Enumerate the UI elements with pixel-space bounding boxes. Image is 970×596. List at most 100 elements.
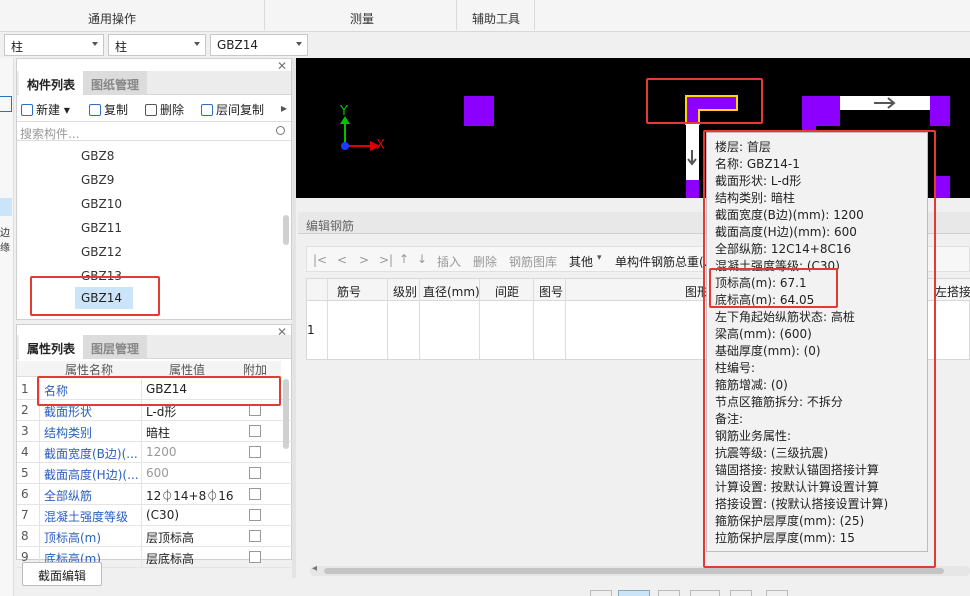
floor-type-select[interactable]: 柱 (4, 34, 104, 56)
ribbon-divider (264, 0, 265, 30)
scrollbar[interactable] (283, 215, 289, 245)
attach-checkbox[interactable] (249, 446, 261, 458)
search-icon[interactable] (276, 126, 285, 135)
col-header: 图号 (539, 285, 564, 299)
list-item[interactable]: GBZ11 (81, 221, 122, 235)
row-number[interactable]: 1 (307, 323, 315, 337)
property-value[interactable]: 层底标高 (141, 547, 237, 568)
new-button[interactable]: 新建 ▾ (21, 101, 70, 118)
status-button[interactable] (658, 590, 680, 596)
select-value: 柱 (11, 40, 24, 54)
delete-rebar-button[interactable]: 删除 (473, 253, 497, 270)
tab-property-list[interactable]: 属性列表 (19, 335, 84, 359)
total-weight-button[interactable]: 单构件钢筋总重(. (615, 253, 708, 270)
move-down-button[interactable]: ↓ (417, 252, 427, 266)
component-type-select[interactable]: 柱 (108, 34, 206, 56)
close-icon[interactable]: ✕ (277, 325, 287, 339)
list-item[interactable]: GBZ10 (81, 197, 122, 211)
column-divider (327, 279, 328, 359)
property-value[interactable]: 1200 (141, 442, 237, 463)
more-tools-icon[interactable]: ▸ (281, 101, 287, 115)
row-number: 8 (21, 529, 29, 543)
table-row[interactable]: 3 结构类别 暗柱 (17, 421, 293, 442)
status-button[interactable] (590, 590, 612, 596)
row-number: 7 (21, 508, 29, 522)
row-number: 2 (21, 403, 29, 417)
tab-component-list[interactable]: 构件列表 (19, 71, 84, 95)
status-button[interactable] (766, 590, 788, 596)
row-number: 5 (21, 466, 29, 480)
next-button[interactable]: > (359, 253, 369, 267)
list-item[interactable]: GBZ8 (81, 149, 114, 163)
property-value[interactable]: 600 (141, 463, 237, 484)
list-item[interactable]: GBZ9 (81, 173, 114, 187)
ribbon-divider (456, 0, 457, 30)
column-divider (387, 279, 388, 359)
attach-checkbox[interactable] (249, 509, 261, 521)
column-shape[interactable] (936, 176, 950, 198)
table-row[interactable]: 5 截面高度(H边)(... 600 (17, 463, 293, 484)
highlight-box (709, 268, 838, 308)
floor-copy-button[interactable]: 层间复制 (201, 101, 264, 118)
first-button[interactable]: |< (313, 253, 327, 267)
other-menu-button[interactable]: 其他 (569, 253, 593, 270)
list-item[interactable]: GBZ12 (81, 245, 122, 259)
highlight-box (30, 276, 160, 316)
nav-item-selected[interactable] (0, 198, 12, 216)
row-number: 1 (21, 382, 29, 396)
property-value[interactable]: 暗柱 (141, 421, 237, 442)
attach-checkbox[interactable] (249, 530, 261, 542)
column-shape[interactable] (686, 180, 699, 198)
status-button[interactable] (690, 590, 720, 596)
scroll-left-icon[interactable]: ◂ (312, 563, 317, 574)
search-input[interactable]: 搜索构件... (20, 125, 79, 142)
new-icon (21, 104, 33, 116)
ribbon-group-measure[interactable]: 测量 (350, 10, 374, 27)
table-row[interactable]: 8 顶标高(m) 层顶标高 (17, 526, 293, 547)
last-button[interactable]: >| (379, 253, 393, 267)
status-button[interactable] (618, 590, 650, 596)
column-shape[interactable] (464, 96, 494, 126)
attach-checkbox[interactable] (249, 551, 261, 563)
status-button[interactable] (730, 590, 752, 596)
component-name-select[interactable]: GBZ14 (210, 34, 308, 56)
component-search[interactable]: 搜索构件... (17, 121, 291, 141)
floor-copy-label: 层间复制 (216, 103, 265, 117)
scrollbar-thumb[interactable] (324, 568, 944, 574)
attach-checkbox[interactable] (249, 488, 261, 500)
row-number: 4 (21, 445, 29, 459)
column-shape[interactable] (930, 96, 950, 126)
delete-button[interactable]: 删除 (145, 101, 184, 118)
table-row[interactable]: 4 截面宽度(B边)(... 1200 (17, 442, 293, 463)
property-name: 结构类别 (39, 421, 141, 442)
col-header: 级别 (393, 285, 418, 299)
tab-layer-management[interactable]: 图层管理 (83, 335, 148, 359)
property-value[interactable]: 12⏀14+8⏀16 (141, 484, 237, 505)
table-row[interactable]: 6 全部纵筋 12⏀14+8⏀16 (17, 484, 293, 505)
prev-button[interactable]: < (337, 253, 347, 267)
close-icon[interactable]: ✕ (277, 59, 287, 73)
chevron-down-icon (92, 42, 98, 46)
attach-checkbox[interactable] (249, 425, 261, 437)
insert-button[interactable]: 插入 (437, 253, 461, 270)
move-up-button[interactable]: ↑ (399, 252, 409, 266)
attach-checkbox[interactable] (249, 467, 261, 479)
tab-drawing-management[interactable]: 图纸管理 (83, 71, 148, 95)
rebar-library-button[interactable]: 钢筋图库 (509, 253, 557, 270)
ribbon-group-general[interactable]: 通用操作 (88, 10, 136, 27)
column-shape[interactable] (802, 96, 840, 126)
ribbon-group-aux-tools[interactable]: 辅助工具 (472, 10, 520, 27)
property-value[interactable]: (C30) (141, 505, 237, 526)
property-value[interactable]: 层顶标高 (141, 526, 237, 547)
copy-button[interactable]: 复制 (89, 101, 128, 118)
table-row[interactable]: 7 混凝土强度等级 (C30) (17, 505, 293, 526)
col-header: 左搭接 (935, 285, 970, 299)
column-divider (533, 279, 534, 359)
row-number: 6 (21, 487, 29, 501)
section-edit-button[interactable]: 截面编辑 (22, 562, 102, 586)
copy-icon (89, 104, 101, 116)
nav-icon[interactable] (0, 96, 12, 112)
scrollbar[interactable] (283, 379, 289, 449)
ribbon: 通用操作 测量 辅助工具 (0, 0, 970, 32)
left-nav-strip: 边缘 (0, 58, 14, 596)
